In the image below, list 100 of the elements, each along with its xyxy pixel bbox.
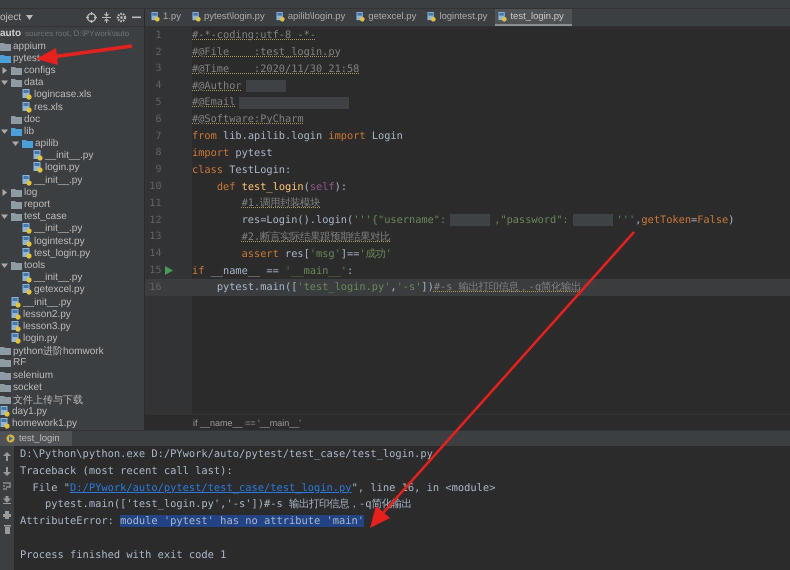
python-file-icon [22,272,32,284]
code-line: def test_login(self): [216,180,348,193]
code-line: #@Time :2020/11/30 21:58 [192,62,360,75]
tree-item[interactable]: socket [13,382,42,393]
python-run-icon [6,434,15,443]
editor-tab[interactable]: logintest.py [424,9,496,26]
editor-tab[interactable]: apilib\login.py [272,9,354,26]
collapse-icon[interactable] [102,12,111,23]
tree-item[interactable]: test_case [24,211,67,222]
code-editor[interactable] [145,27,790,430]
up-arrow-icon[interactable] [3,452,11,461]
tree-item[interactable]: 文件上传与下载 [13,392,83,407]
tree-item[interactable]: login.py [23,333,58,344]
tree-item[interactable]: RF [13,357,26,368]
tree-item[interactable]: lesson3.py [23,320,71,332]
code-line: #-*-coding:utf-8 -*- [192,29,316,42]
tree-item[interactable]: lib [24,126,34,137]
console-line: AttributeError: module 'pytest' has no attribute 'main' [20,514,366,530]
tree-item[interactable]: res.xls [34,102,63,113]
folder-icon [0,358,11,368]
run-icon[interactable] [165,266,174,276]
python-file-icon [33,162,43,174]
tree-item[interactable]: tools [24,260,46,271]
settings-icon[interactable] [116,12,127,23]
code-line: pytest.main(['test_login.py','-s'])#-s 输出打印信息，-q简化输出 [216,280,582,294]
file-link[interactable]: D:/PYwork/auto/pytest/test_case/test_login.py [70,482,352,494]
tree-item[interactable]: python进阶homwork [13,344,104,358]
wrap-icon[interactable] [3,482,11,490]
caret-icon[interactable] [26,14,34,20]
folder-icon [11,78,22,88]
code-line: #@File :test_login.py [192,46,341,58]
trash-icon[interactable] [4,525,10,534]
python-file-icon [0,406,10,418]
folder-icon [22,139,33,148]
tree-item[interactable]: __init__.py [45,150,94,162]
tree-item[interactable]: login.py [45,162,80,174]
folder-icon [0,346,11,356]
python-file-icon [22,248,32,259]
editor-tab[interactable]: getexcel.py [353,9,424,26]
tree-item[interactable]: appium [13,40,46,52]
collapsed-arrow-icon[interactable] [1,188,8,196]
tree-item[interactable]: homework1.py [12,418,78,430]
tree-item[interactable]: apilib [35,138,58,150]
tree-item[interactable]: logincase.xls [34,89,92,100]
run-tab[interactable]: test_login [0,431,72,446]
tree-item[interactable]: __init__.py [34,174,82,186]
expanded-arrow-icon[interactable] [12,140,19,148]
tree-item[interactable]: __init__.py [34,223,82,234]
editor-tab[interactable]: pytest\login.py [188,9,273,26]
code-line: res=Login().login('''{"username": ,"password": ''',getToken=False) [240,214,734,226]
breadcrumb[interactable]: if __name__ == '__main__' [193,418,302,428]
folder-icon [11,188,22,197]
python-file-icon [22,89,32,100]
python-file-icon [498,12,508,22]
editor-tab[interactable]: 1.py [148,9,189,26]
tree-item[interactable]: day1.py [12,406,48,418]
python-file-icon [11,333,21,344]
folder-icon [11,66,22,75]
tree-item[interactable]: logintest.py [34,236,85,247]
tree-item[interactable]: log [24,186,38,198]
folder-icon [11,126,22,136]
python-file-icon [356,12,366,22]
tree-item[interactable]: configs [24,64,56,76]
python-file-icon [11,296,21,308]
tree-item[interactable]: pytest [13,52,40,64]
code-line: #@Author [192,80,290,92]
folder-icon [0,54,11,63]
project-panel-title[interactable]: oject [0,12,22,23]
tree-item[interactable]: lesson2.py [23,308,71,320]
tree-item[interactable]: doc [24,114,40,125]
editor-tab[interactable]: test_login.py [495,9,572,26]
folder-icon [0,382,11,392]
collapsed-arrow-icon[interactable] [1,66,8,74]
expanded-arrow-icon[interactable] [1,79,8,86]
target-icon[interactable] [86,12,97,23]
code-line: #1.调用封装模块 [240,196,320,210]
python-file-icon [22,284,32,296]
python-file-icon [22,174,32,186]
tree-item[interactable]: report [24,199,50,210]
python-file-icon [151,12,160,22]
tree-item[interactable]: test_login.py [34,248,90,259]
minimize-icon[interactable] [132,16,141,19]
python-file-icon [22,223,32,234]
expanded-arrow-icon[interactable] [1,262,8,269]
expanded-arrow-icon[interactable] [1,128,8,135]
tree-item[interactable]: __init__.py [34,272,82,284]
down-arrow-icon[interactable] [3,467,11,476]
tree-item[interactable]: __init__.py [23,296,72,308]
folder-icon [11,260,22,270]
tree-item[interactable]: getexcel.py [34,284,85,296]
scroll-end-icon[interactable] [3,496,11,505]
expanded-arrow-icon[interactable] [1,213,8,220]
folder-icon [0,395,11,404]
code-line: #@Software:PyCharm [192,113,304,126]
code-line: from lib.apilib.login import Login [192,130,403,142]
tree-item[interactable]: selenium [13,370,54,381]
python-file-icon [11,320,21,332]
tree-item[interactable]: data [24,77,44,88]
code-line: assert res['msg']=='成功' [240,246,392,261]
tree-item[interactable]: auto [0,28,22,40]
